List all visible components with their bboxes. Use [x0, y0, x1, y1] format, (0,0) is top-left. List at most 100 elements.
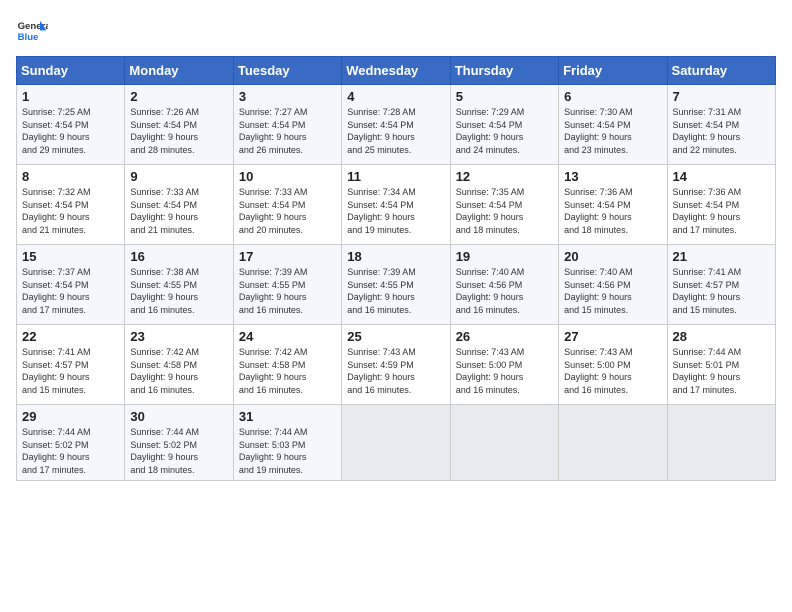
day-info: Sunrise: 7:33 AM Sunset: 4:54 PM Dayligh… — [130, 186, 227, 236]
calendar-cell: 12 Sunrise: 7:35 AM Sunset: 4:54 PM Dayli… — [450, 165, 558, 245]
day-number: 17 — [239, 249, 336, 264]
day-info: Sunrise: 7:36 AM Sunset: 4:54 PM Dayligh… — [673, 186, 770, 236]
calendar-cell: 14 Sunrise: 7:36 AM Sunset: 4:54 PM Dayli… — [667, 165, 775, 245]
day-number: 1 — [22, 89, 119, 104]
day-number: 31 — [239, 409, 336, 424]
day-info: Sunrise: 7:44 AM Sunset: 5:03 PM Dayligh… — [239, 426, 336, 476]
svg-text:Blue: Blue — [18, 32, 39, 43]
day-info: Sunrise: 7:41 AM Sunset: 4:57 PM Dayligh… — [22, 346, 119, 396]
calendar-cell: 22 Sunrise: 7:41 AM Sunset: 4:57 PM Dayli… — [17, 325, 125, 405]
day-number: 12 — [456, 169, 553, 184]
day-number: 15 — [22, 249, 119, 264]
day-info: Sunrise: 7:43 AM Sunset: 5:00 PM Dayligh… — [456, 346, 553, 396]
calendar-cell: 28 Sunrise: 7:44 AM Sunset: 5:01 PM Dayli… — [667, 325, 775, 405]
day-info: Sunrise: 7:31 AM Sunset: 4:54 PM Dayligh… — [673, 106, 770, 156]
day-info: Sunrise: 7:35 AM Sunset: 4:54 PM Dayligh… — [456, 186, 553, 236]
logo-icon: GeneralBlue — [16, 16, 48, 48]
calendar-week-row: 8 Sunrise: 7:32 AM Sunset: 4:54 PM Daylig… — [17, 165, 776, 245]
day-info: Sunrise: 7:32 AM Sunset: 4:54 PM Dayligh… — [22, 186, 119, 236]
day-info: Sunrise: 7:27 AM Sunset: 4:54 PM Dayligh… — [239, 106, 336, 156]
calendar-cell: 11Sunrise: 7:34 AM Sunset: 4:54 PM Dayli… — [342, 165, 450, 245]
calendar-cell: 3 Sunrise: 7:27 AM Sunset: 4:54 PM Daylig… — [233, 85, 341, 165]
weekday-header: Thursday — [450, 57, 558, 85]
calendar-table: SundayMondayTuesdayWednesdayThursdayFrid… — [16, 56, 776, 481]
day-number: 23 — [130, 329, 227, 344]
day-number: 13 — [564, 169, 661, 184]
day-number: 5 — [456, 89, 553, 104]
weekday-header: Monday — [125, 57, 233, 85]
calendar-cell: 24 Sunrise: 7:42 AM Sunset: 4:58 PM Dayli… — [233, 325, 341, 405]
day-number: 21 — [673, 249, 770, 264]
day-info: Sunrise: 7:42 AM Sunset: 4:58 PM Dayligh… — [239, 346, 336, 396]
day-info: Sunrise: 7:33 AM Sunset: 4:54 PM Dayligh… — [239, 186, 336, 236]
day-number: 8 — [22, 169, 119, 184]
calendar-cell: 8 Sunrise: 7:32 AM Sunset: 4:54 PM Daylig… — [17, 165, 125, 245]
calendar-cell: 19Sunrise: 7:40 AM Sunset: 4:56 PM Dayli… — [450, 245, 558, 325]
weekday-header: Wednesday — [342, 57, 450, 85]
calendar-cell: 30 Sunrise: 7:44 AM Sunset: 5:02 PM Dayli… — [125, 405, 233, 481]
day-info: Sunrise: 7:34 AM Sunset: 4:54 PM Dayligh… — [347, 186, 444, 236]
calendar-cell: 26 Sunrise: 7:43 AM Sunset: 5:00 PM Dayli… — [450, 325, 558, 405]
calendar-cell: 18Sunrise: 7:39 AM Sunset: 4:55 PM Dayli… — [342, 245, 450, 325]
day-info: Sunrise: 7:30 AM Sunset: 4:54 PM Dayligh… — [564, 106, 661, 156]
weekday-header: Friday — [559, 57, 667, 85]
day-number: 14 — [673, 169, 770, 184]
calendar-cell: 23Sunrise: 7:42 AM Sunset: 4:58 PM Dayli… — [125, 325, 233, 405]
calendar-cell: 4 Sunrise: 7:28 AM Sunset: 4:54 PM Daylig… — [342, 85, 450, 165]
day-number: 6 — [564, 89, 661, 104]
day-info: Sunrise: 7:26 AM Sunset: 4:54 PM Dayligh… — [130, 106, 227, 156]
calendar-cell: 31 Sunrise: 7:44 AM Sunset: 5:03 PM Dayli… — [233, 405, 341, 481]
header-row: SundayMondayTuesdayWednesdayThursdayFrid… — [17, 57, 776, 85]
day-number: 29 — [22, 409, 119, 424]
day-number: 22 — [22, 329, 119, 344]
day-info: Sunrise: 7:28 AM Sunset: 4:54 PM Dayligh… — [347, 106, 444, 156]
day-number: 4 — [347, 89, 444, 104]
calendar-cell: 29Sunrise: 7:44 AM Sunset: 5:02 PM Dayli… — [17, 405, 125, 481]
calendar-cell: 17 Sunrise: 7:39 AM Sunset: 4:55 PM Dayli… — [233, 245, 341, 325]
weekday-header: Sunday — [17, 57, 125, 85]
day-info: Sunrise: 7:43 AM Sunset: 4:59 PM Dayligh… — [347, 346, 444, 396]
day-info: Sunrise: 7:29 AM Sunset: 4:54 PM Dayligh… — [456, 106, 553, 156]
day-number: 3 — [239, 89, 336, 104]
calendar-week-row: 15Sunrise: 7:37 AM Sunset: 4:54 PM Dayli… — [17, 245, 776, 325]
calendar-cell: 9Sunrise: 7:33 AM Sunset: 4:54 PM Daylig… — [125, 165, 233, 245]
calendar-cell: 15Sunrise: 7:37 AM Sunset: 4:54 PM Dayli… — [17, 245, 125, 325]
day-number: 25 — [347, 329, 444, 344]
day-info: Sunrise: 7:39 AM Sunset: 4:55 PM Dayligh… — [347, 266, 444, 316]
day-info: Sunrise: 7:41 AM Sunset: 4:57 PM Dayligh… — [673, 266, 770, 316]
calendar-cell — [450, 405, 558, 481]
weekday-header: Saturday — [667, 57, 775, 85]
day-number: 28 — [673, 329, 770, 344]
calendar-cell — [667, 405, 775, 481]
calendar-cell — [559, 405, 667, 481]
calendar-cell: 7Sunrise: 7:31 AM Sunset: 4:54 PM Daylig… — [667, 85, 775, 165]
day-number: 16 — [130, 249, 227, 264]
day-info: Sunrise: 7:25 AM Sunset: 4:54 PM Dayligh… — [22, 106, 119, 156]
calendar-cell: 5 Sunrise: 7:29 AM Sunset: 4:54 PM Daylig… — [450, 85, 558, 165]
logo: GeneralBlue — [16, 16, 48, 48]
day-info: Sunrise: 7:43 AM Sunset: 5:00 PM Dayligh… — [564, 346, 661, 396]
header: GeneralBlue — [16, 16, 776, 48]
calendar-cell: 27 Sunrise: 7:43 AM Sunset: 5:00 PM Dayli… — [559, 325, 667, 405]
calendar-cell: 10 Sunrise: 7:33 AM Sunset: 4:54 PM Dayli… — [233, 165, 341, 245]
day-number: 26 — [456, 329, 553, 344]
calendar-cell: 2Sunrise: 7:26 AM Sunset: 4:54 PM Daylig… — [125, 85, 233, 165]
day-info: Sunrise: 7:39 AM Sunset: 4:55 PM Dayligh… — [239, 266, 336, 316]
day-number: 27 — [564, 329, 661, 344]
calendar-cell: 25 Sunrise: 7:43 AM Sunset: 4:59 PM Dayli… — [342, 325, 450, 405]
calendar-cell — [342, 405, 450, 481]
day-info: Sunrise: 7:38 AM Sunset: 4:55 PM Dayligh… — [130, 266, 227, 316]
day-number: 10 — [239, 169, 336, 184]
day-info: Sunrise: 7:36 AM Sunset: 4:54 PM Dayligh… — [564, 186, 661, 236]
calendar-cell: 21 Sunrise: 7:41 AM Sunset: 4:57 PM Dayli… — [667, 245, 775, 325]
day-number: 30 — [130, 409, 227, 424]
day-number: 24 — [239, 329, 336, 344]
day-number: 19 — [456, 249, 553, 264]
day-info: Sunrise: 7:44 AM Sunset: 5:02 PM Dayligh… — [130, 426, 227, 476]
day-info: Sunrise: 7:40 AM Sunset: 4:56 PM Dayligh… — [564, 266, 661, 316]
calendar-week-row: 29 Sunrise: 7:44 AM Sunset: 5:02 PM Dayli… — [17, 405, 776, 481]
day-info: Sunrise: 7:44 AM Sunset: 5:01 PM Dayligh… — [673, 346, 770, 396]
calendar-cell: 1 Sunrise: 7:25 AM Sunset: 4:54 PM Daylig… — [17, 85, 125, 165]
day-number: 20 — [564, 249, 661, 264]
calendar-cell: 20 Sunrise: 7:40 AM Sunset: 4:56 PM Dayli… — [559, 245, 667, 325]
